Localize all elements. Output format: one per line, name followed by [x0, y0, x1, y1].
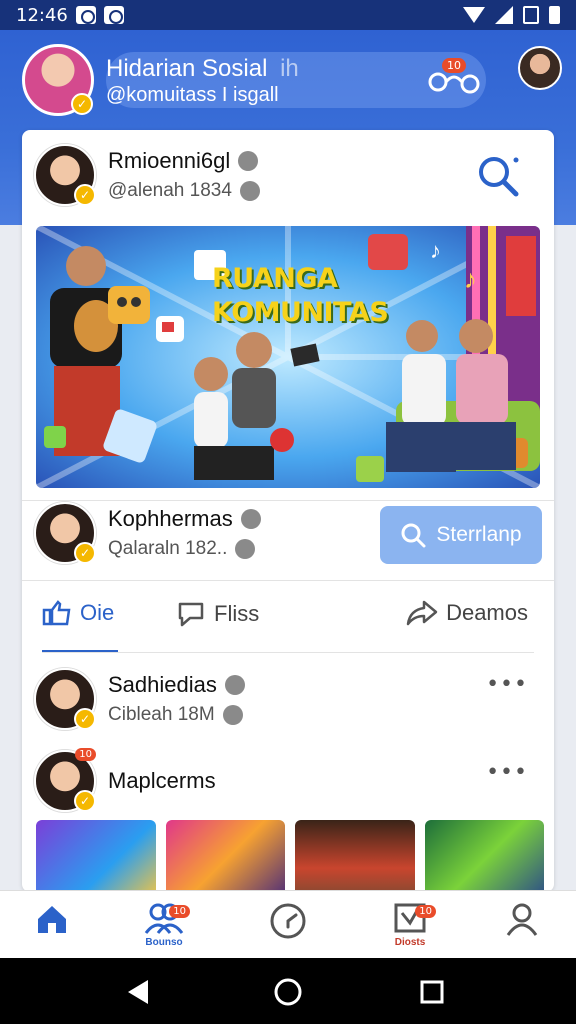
- like-icon: [42, 600, 71, 626]
- suggested-user-name[interactable]: Kophhermas: [108, 506, 233, 532]
- verified-icon: [238, 151, 259, 171]
- svg-text:♪: ♪: [430, 238, 441, 263]
- profile-icon: [506, 903, 538, 936]
- divider: [22, 580, 554, 581]
- author-avatar[interactable]: ✓: [34, 144, 96, 206]
- nav-friends-label: Bounso: [145, 937, 183, 948]
- verified-badge-icon: ✓: [74, 708, 96, 730]
- battery-icon: [549, 6, 560, 24]
- verified-icon: [240, 509, 261, 529]
- commenter-handle: Cibleah 18M: [108, 704, 215, 725]
- account-avatar[interactable]: [518, 46, 562, 90]
- verified-icon: [224, 675, 245, 695]
- signal-icon: [495, 6, 513, 24]
- nav-clock[interactable]: [258, 901, 318, 953]
- search-icon: [401, 523, 426, 548]
- recents-icon[interactable]: [420, 980, 444, 1004]
- home-circle-icon[interactable]: [274, 978, 302, 1006]
- follow-button[interactable]: Sterrlanp: [380, 506, 542, 564]
- app-notification-icon: [103, 6, 124, 24]
- wifi-icon: [463, 7, 485, 23]
- nav-notifications-badge: 10: [415, 905, 436, 918]
- info-icon: [239, 181, 260, 201]
- comment-button[interactable]: Fliss: [176, 600, 259, 628]
- media-thumbnail[interactable]: [295, 820, 415, 892]
- more-options-icon[interactable]: •••: [486, 760, 528, 785]
- like-button[interactable]: Oie: [42, 600, 114, 626]
- verified-badge-icon: ✓: [74, 790, 96, 812]
- commenter-avatar[interactable]: ✓ 10: [34, 748, 96, 812]
- commenter-avatar[interactable]: ✓: [34, 668, 96, 730]
- banner-title: RUANGA KOMUNITAS: [212, 263, 389, 328]
- post-author[interactable]: Rmioenni6gl: [108, 148, 230, 174]
- messages-badge: 10: [442, 58, 466, 73]
- back-icon[interactable]: [128, 980, 148, 1004]
- more-options-icon[interactable]: •••: [486, 672, 528, 697]
- list-item[interactable]: ✓ 10 Maplcerms •••: [34, 748, 542, 812]
- verified-badge-icon: ✓: [71, 93, 93, 115]
- system-navigation-bar: [0, 958, 576, 1024]
- divider: [42, 652, 534, 653]
- post-card: ✓ Rmioenni6gl @alenah 1834 ♪ ♪ RUANGA KO…: [22, 130, 554, 892]
- media-thumbnail[interactable]: [165, 820, 285, 892]
- post-header: ✓ Rmioenni6gl @alenah 1834: [34, 144, 542, 206]
- like-label: Oie: [80, 600, 115, 625]
- commenter-name: Sadhiedias: [108, 672, 217, 697]
- bottom-navigation: Bounso 10 Diosts 10: [0, 890, 576, 958]
- suggested-user-row: ✓ Kophhermas Qalaraln 182.. Sterrlanp: [34, 502, 542, 564]
- suggested-user-handle: Qalaraln 182..: [108, 538, 228, 559]
- profile-avatar[interactable]: ✓: [22, 44, 94, 116]
- post-author-handle: @alenah 1834: [108, 180, 232, 201]
- avatar-badge: 10: [75, 748, 96, 761]
- post-actions: Oie Fliss Deamos: [22, 582, 554, 654]
- info-icon: [235, 539, 256, 559]
- share-label: Deamos: [446, 600, 528, 625]
- nav-notifications-label: Diosts: [394, 937, 426, 948]
- nav-home[interactable]: [22, 901, 82, 953]
- home-icon: [38, 906, 66, 933]
- app-notification-icon: [75, 6, 96, 24]
- search-icon[interactable]: [476, 154, 520, 198]
- media-thumbnail[interactable]: [424, 820, 544, 892]
- clock-icon: [270, 903, 306, 939]
- messages-icon[interactable]: 10: [424, 58, 482, 96]
- suggested-user-avatar[interactable]: ✓: [34, 502, 96, 564]
- info-icon: [222, 705, 243, 725]
- post-banner-image[interactable]: ♪ ♪ RUANGA KOMUNITAS: [36, 226, 540, 488]
- list-item[interactable]: ✓ Sadhiedias Cibleah 18M •••: [34, 668, 542, 730]
- divider: [22, 500, 554, 501]
- nav-friends[interactable]: Bounso 10: [134, 901, 194, 953]
- media-thumbnails: [36, 820, 544, 892]
- media-thumbnail[interactable]: [36, 820, 156, 892]
- nav-notifications[interactable]: Diosts 10: [380, 901, 440, 953]
- commenter-name: Maplcerms: [108, 768, 216, 793]
- svg-text:♪: ♪: [464, 264, 477, 294]
- comment-label: Fliss: [214, 601, 260, 626]
- profile-name: Hidarian Sosial: [106, 55, 268, 82]
- status-time: 12:46: [16, 4, 68, 26]
- status-bar: 12:46: [0, 0, 576, 30]
- nav-friends-badge: 10: [169, 905, 190, 918]
- comment-icon: [178, 602, 204, 627]
- share-button[interactable]: Deamos: [406, 600, 528, 626]
- verified-badge-icon: ✓: [74, 184, 96, 206]
- profile-name-suffix: ih: [280, 55, 299, 82]
- sim-icon: [523, 6, 539, 24]
- follow-button-label: Sterrlanp: [436, 523, 522, 546]
- verified-badge-icon: ✓: [74, 542, 96, 564]
- share-icon: [406, 600, 438, 626]
- nav-profile[interactable]: [492, 901, 552, 953]
